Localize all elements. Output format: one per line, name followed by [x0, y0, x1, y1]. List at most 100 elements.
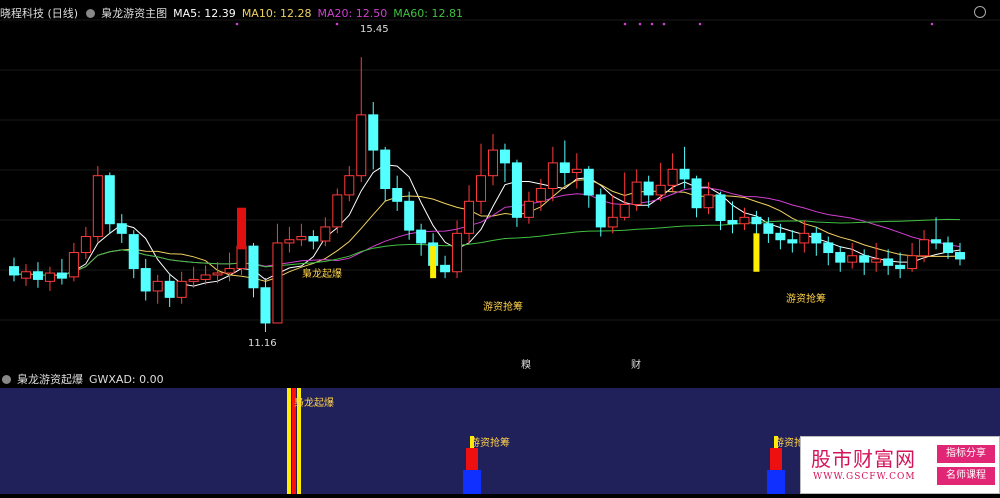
watermark-tag-1: 指标分享 [937, 445, 995, 463]
candle-body [751, 216, 762, 225]
top-dot-marker [235, 22, 239, 26]
signal-candle-yellow [753, 233, 760, 272]
top-dot-marker [698, 22, 702, 26]
candle-body [236, 245, 247, 270]
candle-body [188, 278, 199, 282]
candle-body [907, 255, 918, 270]
ma5-label: MA5: 12.39 [173, 6, 236, 20]
top-dot-marker [930, 22, 934, 26]
candle-body [464, 200, 475, 234]
candle-body [631, 181, 642, 206]
candle-body [523, 200, 534, 218]
sub-bar-red [770, 448, 782, 470]
candle-body [32, 271, 43, 280]
high-price-label: 15.45 [360, 24, 389, 35]
candle-body [140, 268, 151, 292]
signal-label-3: 游资抢筹 [786, 294, 826, 305]
watermark-url: WWW.GSCFW.COM [813, 472, 916, 482]
candle-body [368, 114, 379, 151]
candlestick-chart[interactable] [0, 0, 1000, 370]
sub-bar-label-1: 梟龙起爆 [294, 398, 334, 409]
candle-body [535, 188, 546, 202]
candle-body [392, 188, 403, 202]
ma10-line [13, 178, 961, 282]
signal-label-2: 游资抢筹 [483, 302, 523, 313]
candle-body [835, 252, 846, 263]
candle-body [955, 252, 965, 260]
candle-body [919, 239, 930, 257]
candle-body [104, 175, 115, 225]
sub-bar-red [466, 448, 478, 470]
candle-body [212, 272, 223, 276]
candle-body [452, 232, 463, 273]
candle-body [56, 272, 67, 279]
candle-body [775, 232, 786, 241]
sub-bar-yellow [287, 388, 291, 494]
candle-body [308, 236, 319, 242]
sub-indicator-name[interactable]: 梟龙游资起爆 [17, 371, 83, 387]
candle-body [571, 168, 582, 173]
sub-bar-blue [767, 470, 785, 494]
candle-body [9, 266, 19, 276]
watermark-logo: 股市财富网 WWW.GSCFW.COM 指标分享 名师课程 [800, 436, 1000, 494]
signal-candle-yellow [430, 246, 437, 279]
candle-body [583, 168, 594, 196]
candle-body [440, 264, 451, 273]
candle-body [655, 184, 666, 196]
candle-body [152, 280, 163, 292]
candle-body [895, 264, 906, 270]
candle-body [116, 223, 127, 234]
ma20-line [13, 187, 961, 277]
sub-bar-label-2: 游资抢筹 [470, 438, 510, 449]
ma5-line [13, 164, 961, 287]
candle-body [859, 255, 870, 263]
watermark-tag-2: 名师课程 [937, 467, 995, 485]
signal-label-1: 梟龙起爆 [302, 269, 342, 280]
candle-body [272, 242, 283, 324]
candle-body [80, 236, 91, 254]
top-dot-marker [662, 22, 666, 26]
ma60-label: MA60: 12.81 [393, 6, 463, 20]
stock-name[interactable]: 晓程科技 (日线) [0, 5, 78, 21]
candle-body [44, 272, 55, 282]
candle-body [404, 200, 415, 231]
sub-toggle-icon[interactable] [2, 374, 11, 384]
ma20-label: MA20: 12.50 [317, 6, 388, 20]
candle-body [823, 242, 834, 254]
candle-body [487, 149, 498, 177]
low-price-label: 11.16 [248, 338, 277, 349]
main-chart-area[interactable]: 晓程科技 (日线) 梟龙游资主图 MA5: 12.39 MA10: 12.28 … [0, 0, 1000, 371]
event-marker-1[interactable]: 糗 [521, 356, 531, 371]
candle-body [260, 287, 271, 324]
top-dot-marker [638, 22, 642, 26]
candle-body [931, 239, 942, 244]
candle-body [691, 178, 702, 209]
sub-bar-blue [463, 470, 481, 494]
candle-body [224, 268, 235, 274]
indicator-name[interactable]: 梟龙游资主图 [101, 5, 167, 21]
candle-body [20, 271, 31, 279]
indicator-toggle-icon[interactable] [86, 8, 96, 18]
candle-body [799, 232, 810, 244]
settings-icon[interactable] [974, 6, 986, 18]
top-dot-marker [650, 22, 654, 26]
candle-body [92, 175, 103, 238]
candle-body [416, 229, 427, 244]
candle-body [476, 175, 487, 202]
candle-body [763, 223, 774, 234]
candle-body [595, 194, 606, 228]
top-dot-marker [335, 22, 339, 26]
candle-body [727, 220, 738, 225]
candle-body [499, 149, 510, 164]
candle-body [871, 258, 882, 263]
candle-body [703, 194, 714, 209]
candle-body [296, 236, 307, 241]
candle-body [380, 149, 391, 189]
ma10-label: MA10: 12.28 [241, 6, 312, 20]
candle-body [547, 162, 558, 189]
candle-body [200, 274, 211, 280]
candle-body [787, 239, 798, 244]
candle-body [164, 280, 175, 298]
event-marker-2[interactable]: 财 [631, 356, 641, 371]
candle-body [248, 245, 259, 289]
